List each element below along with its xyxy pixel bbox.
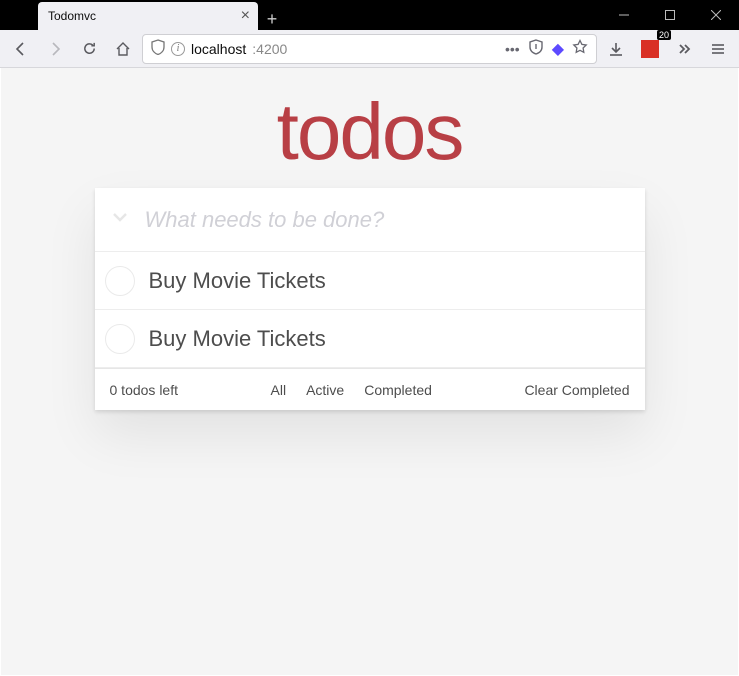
tracking-shield-icon[interactable] — [151, 39, 165, 58]
page-viewport: todos Buy Movie Tickets Buy Movie Ticket… — [0, 68, 739, 676]
todo-app: Buy Movie Tickets Buy Movie Tickets 0 to… — [95, 188, 645, 410]
new-todo-input[interactable] — [145, 207, 645, 233]
toggle-all-chevron-icon[interactable] — [95, 207, 145, 233]
site-info-icon[interactable]: i — [171, 42, 185, 56]
close-tab-icon[interactable]: × — [241, 8, 250, 24]
app-title: todos — [1, 68, 738, 188]
bookmark-star-icon[interactable] — [572, 39, 588, 58]
close-window-button[interactable] — [693, 0, 739, 30]
window-controls — [601, 0, 739, 30]
filter-all[interactable]: All — [271, 382, 287, 398]
todo-count: 0 todos left — [110, 382, 179, 398]
url-port: :4200 — [252, 41, 287, 57]
todo-checkbox[interactable] — [105, 266, 135, 296]
extension-icon — [641, 40, 659, 58]
plus-icon: + — [267, 9, 278, 30]
reader-mode-icon[interactable] — [528, 39, 544, 58]
extension-badge[interactable]: 20 — [635, 34, 665, 64]
filter-active[interactable]: Active — [306, 382, 344, 398]
todo-label: Buy Movie Tickets — [149, 268, 629, 294]
home-button[interactable] — [108, 34, 138, 64]
todo-footer: 0 todos left All Active Completed Clear … — [95, 368, 645, 410]
todo-checkbox[interactable] — [105, 324, 135, 354]
url-host: localhost — [191, 41, 246, 57]
address-bar[interactable]: i localhost :4200 ••• ◆ — [142, 34, 597, 64]
maximize-button[interactable] — [647, 0, 693, 30]
filter-completed[interactable]: Completed — [364, 382, 432, 398]
browser-tab[interactable]: Todomvc × — [38, 2, 258, 30]
more-page-actions-icon[interactable]: ••• — [505, 41, 520, 57]
reload-button[interactable] — [74, 34, 104, 64]
todo-list: Buy Movie Tickets Buy Movie Tickets — [95, 252, 645, 368]
new-todo-row — [95, 188, 645, 252]
clear-completed-button[interactable]: Clear Completed — [524, 382, 629, 398]
new-tab-button[interactable]: + — [258, 9, 286, 30]
todo-item[interactable]: Buy Movie Tickets — [95, 252, 645, 310]
page-actions: ••• ◆ — [505, 39, 588, 59]
filter-list: All Active Completed — [178, 382, 524, 398]
forward-button[interactable] — [40, 34, 70, 64]
downloads-button[interactable] — [601, 34, 631, 64]
pocket-icon[interactable]: ◆ — [552, 39, 564, 59]
minimize-button[interactable] — [601, 0, 647, 30]
back-button[interactable] — [6, 34, 36, 64]
window-titlebar: Todomvc × + — [0, 0, 739, 30]
overflow-button[interactable] — [669, 34, 699, 64]
extension-badge-count: 20 — [657, 30, 671, 40]
tab-strip: Todomvc × + — [0, 0, 601, 30]
tab-title: Todomvc — [48, 9, 233, 23]
menu-button[interactable] — [703, 34, 733, 64]
todo-item[interactable]: Buy Movie Tickets — [95, 310, 645, 368]
browser-toolbar: i localhost :4200 ••• ◆ 20 — [0, 30, 739, 68]
todo-label: Buy Movie Tickets — [149, 326, 629, 352]
